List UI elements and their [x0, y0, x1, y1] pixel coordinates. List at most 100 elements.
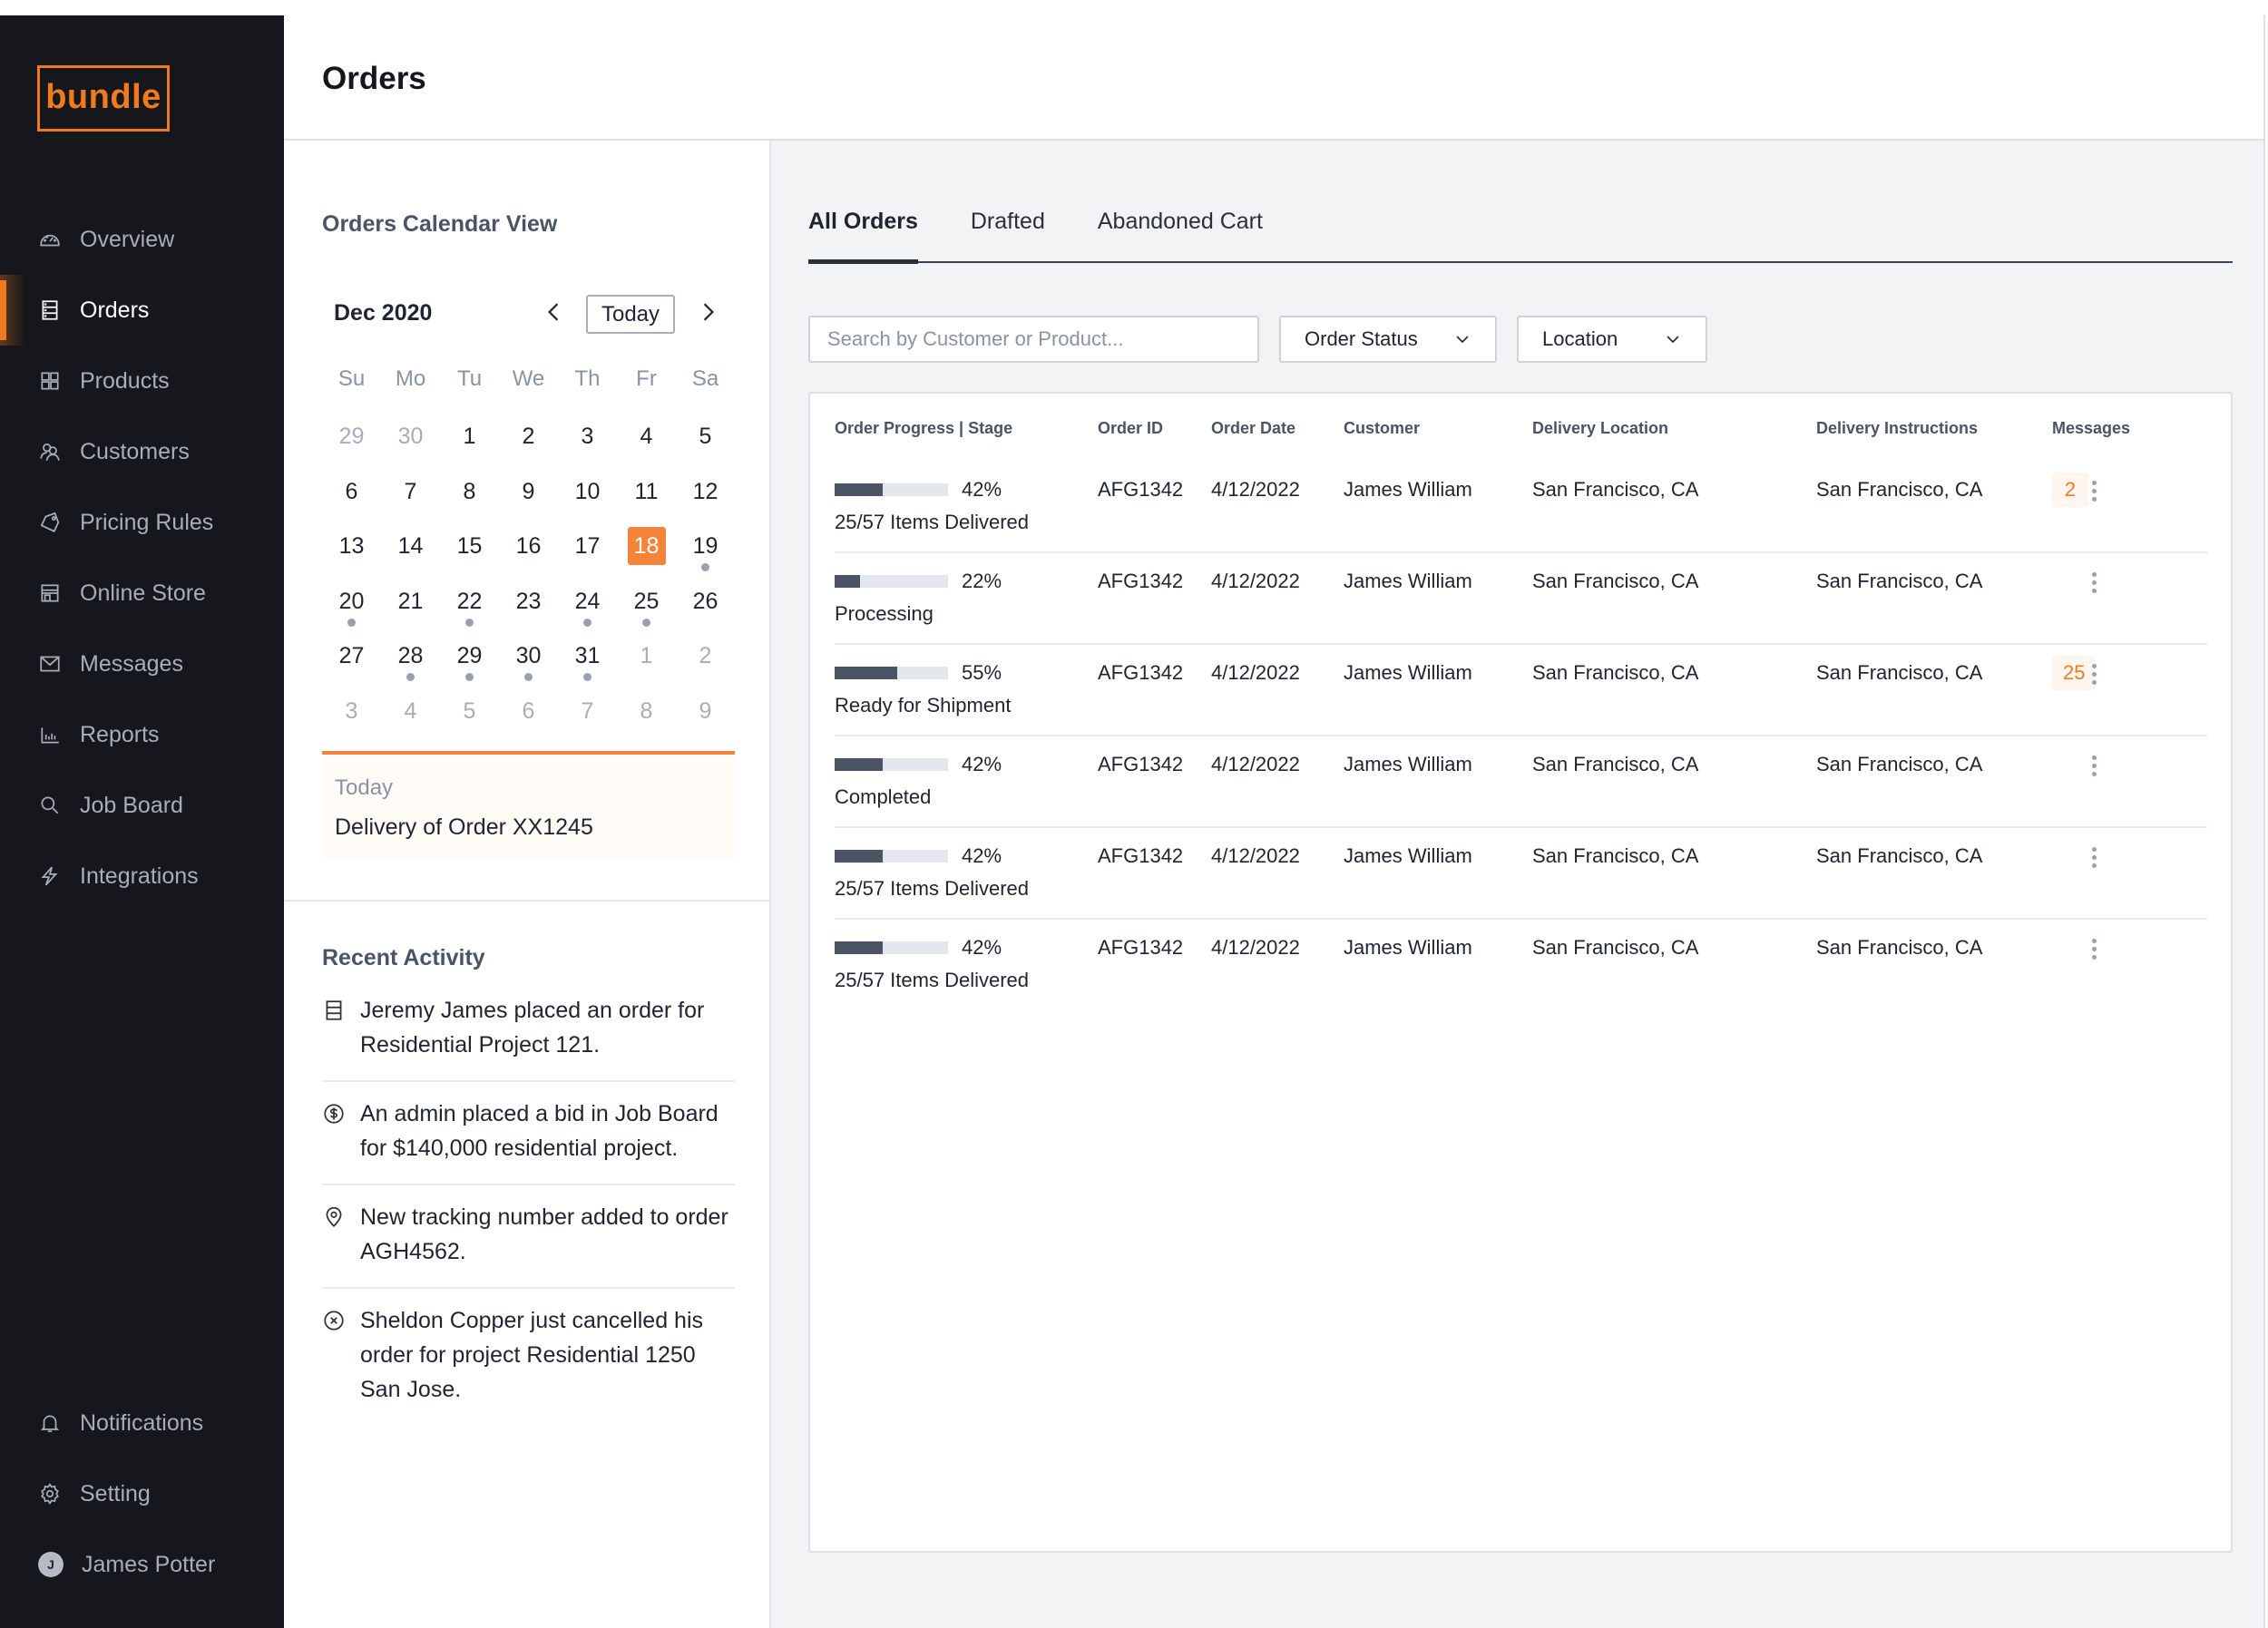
- calendar-day[interactable]: 28: [381, 637, 440, 692]
- table-row[interactable]: 42% 25/57 Items Delivered AFG1342 4/12/2022…: [835, 462, 2207, 553]
- calendar-day[interactable]: 7: [381, 473, 440, 528]
- calendar-day[interactable]: 12: [676, 473, 735, 528]
- activity-item: Sheldon Copper just cancelled his order …: [322, 1289, 735, 1425]
- sidebar-item-pricing-rules[interactable]: Pricing Rules: [0, 487, 284, 558]
- more-options-icon[interactable]: [2083, 659, 2105, 688]
- calendar-day[interactable]: 5: [676, 417, 735, 473]
- cancel-circle-icon: [322, 1309, 346, 1332]
- calendar-next-button[interactable]: [695, 297, 722, 327]
- sidebar-item-integrations[interactable]: Integrations: [0, 841, 284, 911]
- calendar-day[interactable]: 23: [499, 582, 558, 638]
- sidebar-item-online-store[interactable]: Online Store: [0, 558, 284, 629]
- calendar-day[interactable]: 1: [440, 417, 499, 473]
- calendar-day[interactable]: 30: [381, 417, 440, 473]
- table-row[interactable]: 42% 25/57 Items Delivered AFG1342 4/12/2022…: [835, 828, 2207, 920]
- progress-bar-fill: [835, 941, 883, 954]
- search-input[interactable]: [808, 316, 1259, 363]
- calendar-day[interactable]: 6: [499, 692, 558, 747]
- column-header-order-date[interactable]: Order Date: [1211, 419, 1295, 438]
- more-options-icon[interactable]: [2083, 843, 2105, 872]
- calendar-day[interactable]: 21: [381, 582, 440, 638]
- dot: [2091, 671, 2097, 677]
- calendar-day-selected[interactable]: 18: [617, 527, 676, 582]
- calendar-day[interactable]: 29: [440, 637, 499, 692]
- calendar-day[interactable]: 7: [558, 692, 617, 747]
- sidebar-item-overview[interactable]: Overview: [0, 204, 284, 275]
- more-options-icon[interactable]: [2083, 934, 2105, 963]
- column-header-delivery-location[interactable]: Delivery Location: [1532, 419, 1668, 438]
- calendar-day[interactable]: 9: [676, 692, 735, 747]
- calendar-day[interactable]: 14: [381, 527, 440, 582]
- calendar-day[interactable]: 29: [322, 417, 381, 473]
- customer: James William: [1344, 478, 1472, 501]
- table-row[interactable]: 22% Processing AFG1342 4/12/2022 James Willi…: [835, 553, 2207, 645]
- calendar-day[interactable]: 20: [322, 582, 381, 638]
- calendar-day[interactable]: 2: [499, 417, 558, 473]
- column-header-progress[interactable]: Order Progress | Stage: [835, 419, 1012, 438]
- column-header-order-id[interactable]: Order ID: [1098, 419, 1163, 438]
- calendar-day[interactable]: 8: [440, 473, 499, 528]
- tab-abandoned-cart[interactable]: Abandoned Cart: [1098, 195, 1263, 261]
- sidebar-item-notifications[interactable]: Notifications: [0, 1388, 284, 1458]
- sidebar-item-messages[interactable]: Messages: [0, 629, 284, 699]
- calendar-day[interactable]: 17: [558, 527, 617, 582]
- tab-all-orders[interactable]: All Orders: [808, 195, 918, 264]
- calendar-day[interactable]: 25: [617, 582, 676, 638]
- logo[interactable]: bundle: [37, 65, 170, 132]
- sidebar-item-orders[interactable]: Orders: [0, 275, 284, 346]
- calendar-day[interactable]: 24: [558, 582, 617, 638]
- more-options-icon[interactable]: [2083, 751, 2105, 780]
- calendar-day[interactable]: 6: [322, 473, 381, 528]
- more-options-icon[interactable]: [2083, 568, 2105, 597]
- calendar-day[interactable]: 27: [322, 637, 381, 692]
- calendar-day-number: 30: [515, 643, 542, 668]
- calendar-day[interactable]: 9: [499, 473, 558, 528]
- order-date: 4/12/2022: [1211, 844, 1300, 867]
- avatar: J: [38, 1552, 64, 1577]
- sidebar-item-setting[interactable]: Setting: [0, 1458, 284, 1529]
- sidebar-item-user-profile[interactable]: J James Potter: [0, 1529, 284, 1600]
- sidebar-item-products[interactable]: Products: [0, 346, 284, 416]
- calendar-day[interactable]: 16: [499, 527, 558, 582]
- calendar-day[interactable]: 3: [322, 692, 381, 747]
- today-event[interactable]: Delivery of Order XX1245: [335, 814, 593, 841]
- calendar-day[interactable]: 2: [676, 637, 735, 692]
- calendar-day[interactable]: 8: [617, 692, 676, 747]
- calendar-day[interactable]: 11: [617, 473, 676, 528]
- calendar-day[interactable]: 4: [381, 692, 440, 747]
- calendar-day[interactable]: 30: [499, 637, 558, 692]
- calendar-prev-button[interactable]: [540, 297, 567, 327]
- sidebar-item-reports[interactable]: Reports: [0, 699, 284, 770]
- table-row[interactable]: 55% Ready for Shipment AFG1342 4/12/2022 Jam…: [835, 645, 2207, 736]
- sidebar-item-job-board[interactable]: Job Board: [0, 770, 284, 841]
- calendar-day[interactable]: 10: [558, 473, 617, 528]
- calendar-day-number: 8: [640, 697, 653, 724]
- tab-drafted[interactable]: Drafted: [971, 195, 1045, 261]
- column-header-delivery-instructions[interactable]: Delivery Instructions: [1816, 419, 1978, 438]
- calendar-day[interactable]: 13: [322, 527, 381, 582]
- calendar-day[interactable]: 19: [676, 527, 735, 582]
- calendar-day[interactable]: 3: [558, 417, 617, 473]
- location-dropdown[interactable]: Location: [1517, 316, 1707, 363]
- sidebar-item-customers[interactable]: Customers: [0, 416, 284, 487]
- column-header-customer[interactable]: Customer: [1344, 419, 1420, 438]
- calendar-day[interactable]: 1: [617, 637, 676, 692]
- dollar-icon: [322, 1102, 346, 1126]
- more-options-icon[interactable]: [2083, 476, 2105, 505]
- gear-icon: [38, 1482, 62, 1506]
- calendar-week: 3 4 5 6 7 8 9: [322, 692, 735, 747]
- sidebar-item-label: Messages: [80, 650, 183, 677]
- sidebar-item-label: Overview: [80, 226, 175, 252]
- calendar-day[interactable]: 22: [440, 582, 499, 638]
- table-row[interactable]: 42% 25/57 Items Delivered AFG1342 4/12/2022…: [835, 920, 2207, 1011]
- table-row[interactable]: 42% Completed AFG1342 4/12/2022 James Willia…: [835, 736, 2207, 828]
- calendar-day[interactable]: 4: [617, 417, 676, 473]
- calendar-day[interactable]: 5: [440, 692, 499, 747]
- calendar-day[interactable]: 31: [558, 637, 617, 692]
- order-status-dropdown[interactable]: Order Status: [1279, 316, 1497, 363]
- calendar-day[interactable]: 26: [676, 582, 735, 638]
- calendar-today-button[interactable]: Today: [586, 295, 675, 334]
- column-header-messages[interactable]: Messages: [2052, 419, 2130, 438]
- progress-percent: 42%: [962, 844, 1002, 867]
- calendar-day[interactable]: 15: [440, 527, 499, 582]
